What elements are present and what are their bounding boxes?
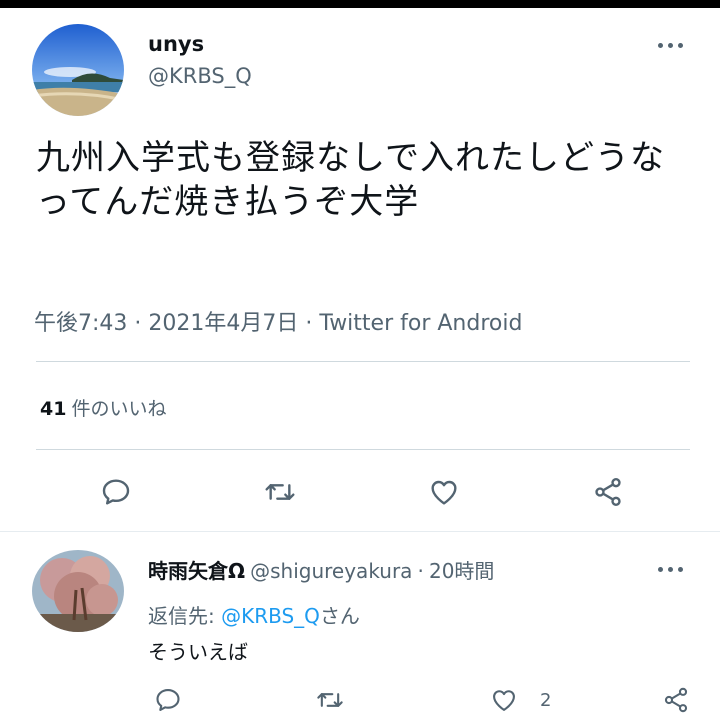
- tweet-meta: 午後7:43 · 2021年4月7日 · Twitter for Android: [34, 305, 522, 337]
- author-avatar[interactable]: [32, 24, 124, 116]
- reply-retweet-icon[interactable]: [310, 680, 350, 720]
- reply-share-icon[interactable]: [656, 680, 696, 720]
- more-options-icon[interactable]: [658, 40, 686, 50]
- reply-header: 時雨矢倉Ω @shigureyakura · 20時間: [148, 555, 494, 584]
- reply-to-suffix: さん: [319, 604, 360, 628]
- reply-more-options-icon[interactable]: [658, 564, 686, 574]
- likes-count: 41: [40, 398, 67, 420]
- reply-icon[interactable]: [96, 472, 136, 512]
- reply-time[interactable]: 20時間: [429, 559, 494, 583]
- author-display-name[interactable]: unys: [148, 32, 204, 56]
- reply-author-avatar[interactable]: [32, 550, 124, 632]
- share-icon[interactable]: [588, 472, 628, 512]
- reply-handle[interactable]: @shigureyakura: [250, 559, 412, 583]
- tweet-client[interactable]: Twitter for Android: [319, 311, 522, 336]
- retweet-icon[interactable]: [260, 472, 300, 512]
- divider: [36, 361, 690, 362]
- tweet-time[interactable]: 午後7:43: [34, 311, 127, 336]
- tweet-date[interactable]: 2021年4月7日: [148, 311, 298, 336]
- reply-separator: ·: [417, 559, 424, 583]
- reply-to-line: 返信先: @KRBS_Qさん: [148, 600, 360, 629]
- like-icon[interactable]: [424, 472, 464, 512]
- reply-text: そういえば: [148, 640, 248, 664]
- reply-to-label: 返信先:: [148, 604, 215, 628]
- likes-label: 件のいいね: [71, 398, 167, 420]
- reply-reply-icon[interactable]: [148, 680, 188, 720]
- section-divider: [0, 531, 720, 532]
- divider: [36, 449, 690, 450]
- reply-to-handle-link[interactable]: @KRBS_Q: [221, 604, 320, 628]
- likes-count-link[interactable]: 41 件のいいね: [40, 394, 167, 421]
- top-edge-bar: [0, 0, 720, 8]
- meta-separator: ·: [305, 311, 313, 336]
- reply-like-count: 2: [540, 690, 552, 711]
- author-handle[interactable]: @KRBS_Q: [148, 64, 252, 88]
- reply-display-name[interactable]: 時雨矢倉Ω: [148, 559, 245, 583]
- meta-separator: ·: [134, 311, 142, 336]
- tweet-text: 九州入学式も登録なしで入れたしどうなってんだ焼き払うぞ大学: [36, 138, 665, 222]
- reply-like-icon[interactable]: [484, 680, 524, 720]
